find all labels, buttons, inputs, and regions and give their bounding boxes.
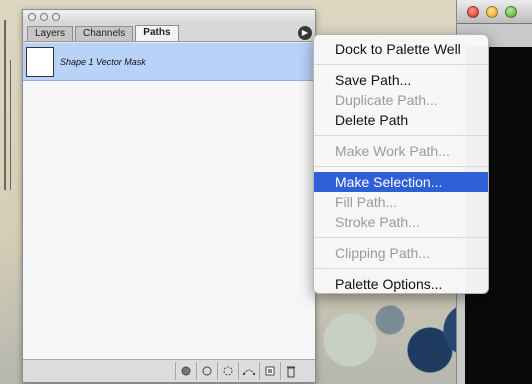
- menu-item-make-work-path[interactable]: Make Work Path...: [314, 141, 488, 161]
- fill-path-icon: [181, 366, 191, 376]
- menu-item-duplicate-path[interactable]: Duplicate Path...: [314, 90, 488, 110]
- path-label: Shape 1 Vector Mask: [60, 56, 146, 67]
- palette-bottom-bar: [23, 360, 315, 382]
- palette-titlebar[interactable]: [23, 10, 315, 24]
- close-window-icon[interactable]: [467, 5, 479, 18]
- palette-flyout-menu: Dock to Palette Well Save Path... Duplic…: [313, 34, 489, 294]
- make-work-path-button[interactable]: [238, 362, 259, 380]
- menu-item-delete-path[interactable]: Delete Path: [314, 110, 488, 130]
- delete-path-button[interactable]: [280, 362, 301, 380]
- menu-separator: [314, 135, 488, 136]
- menu-separator: [314, 64, 488, 65]
- load-selection-button[interactable]: [217, 362, 238, 380]
- background-line: [4, 20, 6, 190]
- tab-channels[interactable]: Channels: [75, 26, 134, 41]
- menu-separator: [314, 268, 488, 269]
- new-path-button[interactable]: [259, 362, 280, 380]
- palette-close-icon[interactable]: [28, 13, 36, 21]
- path-row-shape-1-vector-mask[interactable]: Shape 1 Vector Mask: [23, 43, 315, 81]
- trash-icon: [287, 366, 295, 377]
- tab-layers[interactable]: Layers: [27, 26, 74, 41]
- paths-list: Shape 1 Vector Mask: [23, 43, 315, 360]
- palette-zoom-icon[interactable]: [52, 13, 60, 21]
- fill-path-button[interactable]: [175, 362, 196, 380]
- menu-item-dock-to-palette-well[interactable]: Dock to Palette Well: [314, 39, 488, 59]
- path-thumbnail: [26, 46, 54, 77]
- stroke-path-button[interactable]: [196, 362, 217, 380]
- minimize-window-icon[interactable]: [486, 5, 498, 18]
- menu-separator: [314, 237, 488, 238]
- palette-menu-button[interactable]: ▶: [298, 26, 312, 40]
- menu-item-fill-path[interactable]: Fill Path...: [314, 192, 488, 212]
- menu-separator: [314, 166, 488, 167]
- stroke-path-icon: [202, 366, 212, 376]
- document-titlebar: [457, 0, 532, 24]
- make-work-path-icon: [243, 369, 255, 375]
- menu-item-stroke-path[interactable]: Stroke Path...: [314, 212, 488, 232]
- menu-item-clipping-path[interactable]: Clipping Path...: [314, 243, 488, 263]
- palette-minimize-icon[interactable]: [40, 13, 48, 21]
- palette-tabs: Layers Channels Paths ▶: [23, 24, 315, 42]
- background-line: [10, 60, 11, 190]
- paths-palette: Layers Channels Paths ▶ Shape 1 Vector M…: [22, 9, 316, 383]
- menu-item-save-path[interactable]: Save Path...: [314, 70, 488, 90]
- menu-item-make-selection[interactable]: Make Selection...: [314, 172, 488, 192]
- new-path-icon: [265, 366, 275, 376]
- tab-paths[interactable]: Paths: [135, 25, 179, 41]
- triangle-right-icon: ▶: [301, 28, 309, 37]
- load-selection-icon: [223, 366, 233, 376]
- menu-item-palette-options[interactable]: Palette Options...: [314, 274, 488, 294]
- zoom-window-icon[interactable]: [505, 5, 517, 18]
